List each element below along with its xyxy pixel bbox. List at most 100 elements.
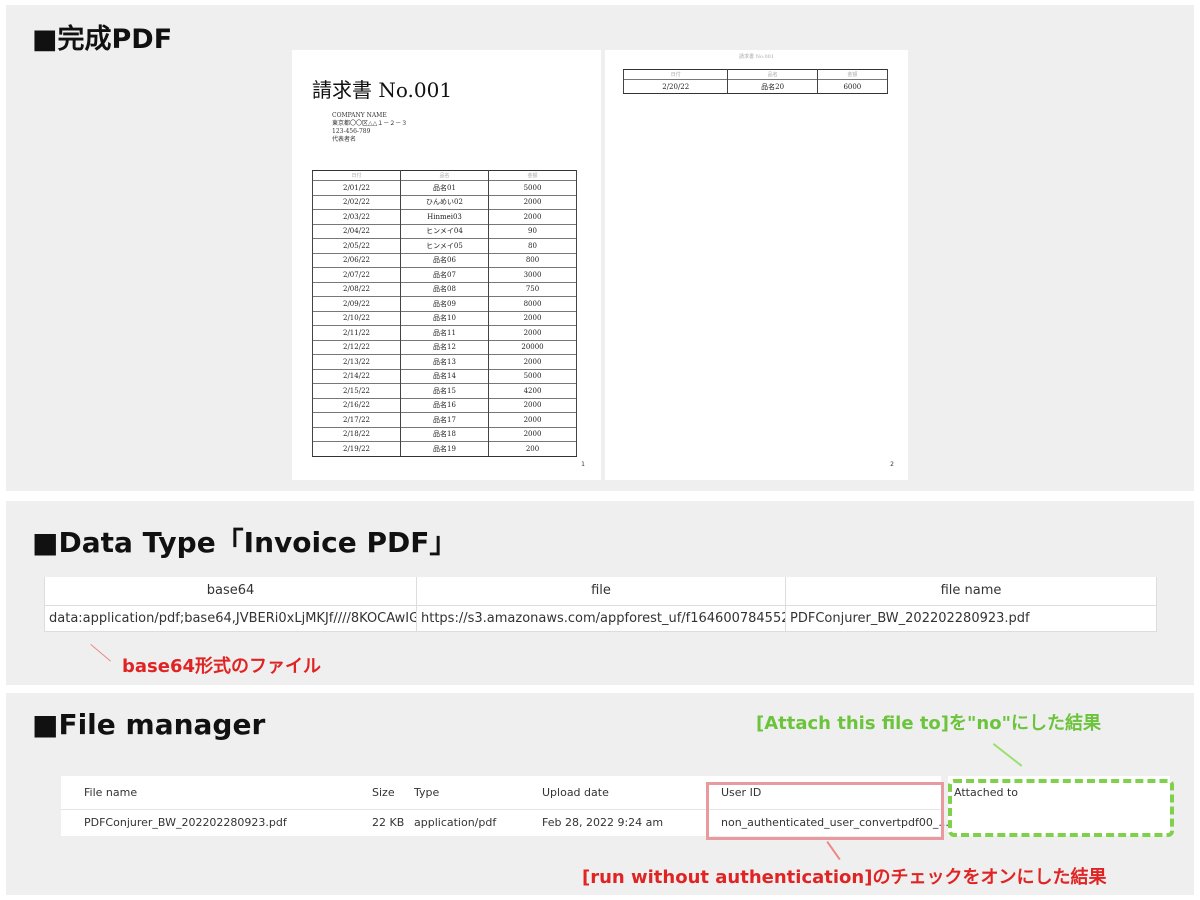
invoice-cell: 2/01/22 xyxy=(312,180,401,195)
company-line: 123-456-789 xyxy=(332,128,371,135)
invoice-cell: 2/06/22 xyxy=(312,252,401,268)
file-manager-panel: ■File manager [Attach this file to]を"no"… xyxy=(6,693,1194,895)
invoice-cell: 2/08/22 xyxy=(312,281,401,297)
invoice-cell: 2/11/22 xyxy=(312,325,401,340)
invoice-cell: 品名01 xyxy=(400,180,489,195)
invoice-cell: 2/15/22 xyxy=(312,383,401,398)
company-line: COMPANY NAME xyxy=(332,112,387,119)
invoice-row: 2/01/22 品名01 5000 xyxy=(312,180,577,195)
invoice-cell: 品名18 xyxy=(400,426,489,442)
invoice-cell: ヒンメイ05 xyxy=(400,238,489,253)
callout-base64: base64形式のファイル xyxy=(122,656,322,677)
invoice-cell: 2000 xyxy=(488,310,577,326)
completed-pdf-panel: ■完成PDF 請求書 No.001 COMPANY NAME 東京都〇〇区△△１… xyxy=(6,5,1194,491)
invoice-cell: 20000 xyxy=(488,339,577,355)
invoice-cell: 2/09/22 xyxy=(312,296,401,311)
invoice-row: 2/04/22 ヒンメイ04 90 xyxy=(312,223,577,239)
invoice-row: 2/09/22 品名09 8000 xyxy=(312,296,577,311)
invoice-column-header: 品名 xyxy=(400,170,489,181)
section-heading-completed-pdf: ■完成PDF xyxy=(32,24,173,55)
invoice-cell: 2/20/22 xyxy=(622,79,729,94)
invoice-cell: 2/13/22 xyxy=(312,354,401,369)
invoice-cell: 2/03/22 xyxy=(312,209,401,224)
column-header-size[interactable]: Size xyxy=(372,776,395,810)
invoice-cell: 2000 xyxy=(488,426,577,442)
callout-pointer-line xyxy=(90,644,111,662)
cell-file-url[interactable]: https://s3.amazonaws.com/appforest_uf/f1… xyxy=(416,605,786,632)
invoice-cell: 2/16/22 xyxy=(312,397,401,413)
invoice-cell: 2000 xyxy=(488,325,577,340)
callout-pointer-line xyxy=(826,841,841,861)
cell-file-name[interactable]: PDFConjurer_BW_202202280923.pdf xyxy=(785,605,1157,632)
invoice-cell: 5000 xyxy=(488,368,577,384)
invoice-row: 2/08/22 品名08 750 xyxy=(312,281,577,297)
invoice-column-header: 金額 xyxy=(816,69,889,80)
column-header-file-name[interactable]: File name xyxy=(84,776,137,810)
invoice-cell: 2000 xyxy=(488,194,577,210)
column-header-file[interactable]: file xyxy=(416,577,786,606)
invoice-cell: 品名20 xyxy=(727,79,818,94)
invoice-cell: 2000 xyxy=(488,354,577,369)
invoice-cell: 品名06 xyxy=(400,252,489,268)
invoice-table-page2: 日付 品名 金額 2/20/22 品名20 6000 xyxy=(622,69,889,94)
callout-run-without-auth: [run without authentication]のチェックをオンにした結… xyxy=(582,867,1107,888)
invoice-row: 2/16/22 品名16 2000 xyxy=(312,397,577,413)
invoice-cell: 2/14/22 xyxy=(312,368,401,384)
invoice-cell: 品名08 xyxy=(400,281,489,297)
table-row[interactable]: data:application/pdf;base64,JVBERi0xLjMK… xyxy=(44,605,1157,632)
invoice-row: 2/17/22 品名17 2000 xyxy=(312,412,577,427)
cell-size: 22 KB xyxy=(372,816,405,829)
invoice-cell: 2/05/22 xyxy=(312,238,401,253)
invoice-column-header: 日付 xyxy=(312,170,401,181)
cell-base64[interactable]: data:application/pdf;base64,JVBERi0xLjMK… xyxy=(44,605,417,632)
invoice-cell: 6000 xyxy=(816,79,889,94)
invoice-title: 請求書 No.001 xyxy=(312,78,453,102)
column-header-base64[interactable]: base64 xyxy=(44,577,417,606)
invoice-row: 2/14/22 品名14 5000 xyxy=(312,368,577,384)
cell-type: application/pdf xyxy=(414,816,497,829)
section-heading-file-manager: ■File manager xyxy=(32,708,266,741)
section-heading-data-type: ■Data Type「Invoice PDF」 xyxy=(32,526,458,559)
invoice-cell: 品名13 xyxy=(400,354,489,369)
invoice-cell: 5000 xyxy=(488,180,577,195)
invoice-row: 2/05/22 ヒンメイ05 80 xyxy=(312,238,577,253)
invoice-cell: 品名11 xyxy=(400,325,489,340)
invoice-cell: 2/10/22 xyxy=(312,310,401,326)
invoice-table-page1: 日付 品名 金額 2/01/22 品名01 5000 2/02/22 ひんめい02 2000 2… xyxy=(312,170,577,457)
invoice-cell: 2/07/22 xyxy=(312,267,401,282)
invoice-column-header: 日付 xyxy=(622,69,729,80)
data-type-panel: ■Data Type「Invoice PDF」 base64 file file… xyxy=(6,501,1194,685)
invoice-cell: 品名12 xyxy=(400,339,489,355)
invoice-cell: 80 xyxy=(488,238,577,253)
invoice-row: 2/13/22 品名13 2000 xyxy=(312,354,577,369)
invoice-row: 2/11/22 品名11 2000 xyxy=(312,325,577,340)
invoice-cell: 2000 xyxy=(488,209,577,224)
invoice-cell: 2/18/22 xyxy=(312,426,401,442)
column-header-type[interactable]: Type xyxy=(414,776,439,810)
cell-file-name[interactable]: PDFConjurer_BW_202202280923.pdf xyxy=(84,810,287,836)
invoice-row: 2/12/22 品名12 20000 xyxy=(312,339,577,355)
cell-upload-date: Feb 28, 2022 9:24 am xyxy=(542,816,664,829)
invoice-cell: 750 xyxy=(488,281,577,297)
invoice-column-header: 品名 xyxy=(727,69,818,80)
callout-pointer-line xyxy=(992,743,1023,767)
data-type-grid: base64 file file name data:application/p… xyxy=(44,577,1157,632)
column-header-upload-date[interactable]: Upload date xyxy=(542,776,609,810)
invoice-row: 2/10/22 品名10 2000 xyxy=(312,310,577,326)
invoice-column-header: 金額 xyxy=(488,170,577,181)
invoice-cell: 品名17 xyxy=(400,412,489,427)
invoice-cell: 8000 xyxy=(488,296,577,311)
invoice-cell: 800 xyxy=(488,252,577,268)
invoice-cell: 2000 xyxy=(488,412,577,427)
column-header-file-name[interactable]: file name xyxy=(785,577,1157,606)
highlight-box-user-id xyxy=(706,782,944,840)
invoice-cell: 品名14 xyxy=(400,368,489,384)
callout-attach-no: [Attach this file to]を"no"にした結果 xyxy=(756,713,1101,734)
invoice-row: 2/03/22 Hinmei03 2000 xyxy=(312,209,577,224)
invoice-cell: 2/02/22 xyxy=(312,194,401,210)
company-info: COMPANY NAME 東京都〇〇区△△１－２－３ 123-456-789 代… xyxy=(332,112,407,144)
invoice-row: 2/18/22 品名18 2000 xyxy=(312,426,577,442)
invoice-cell: 品名07 xyxy=(400,267,489,282)
invoice-row: 2/15/22 品名15 4200 xyxy=(312,383,577,398)
invoice-cell: 2000 xyxy=(488,397,577,413)
